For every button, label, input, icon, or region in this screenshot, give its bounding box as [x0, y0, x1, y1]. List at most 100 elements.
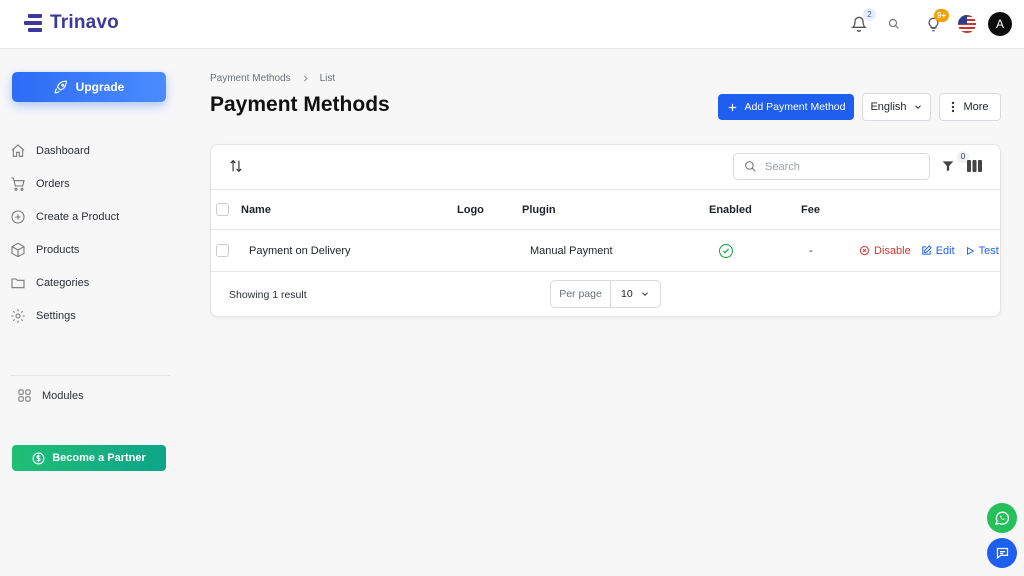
chevron-down-icon — [642, 292, 648, 296]
columns-button[interactable] — [967, 159, 982, 178]
breadcrumb-item-list: List — [319, 73, 336, 84]
more-label: More — [963, 101, 989, 113]
tips-badge: 9+ — [934, 9, 950, 22]
column-header-fee[interactable]: Fee — [801, 190, 820, 229]
language-flag-button[interactable] — [957, 14, 977, 34]
sidebar-item-label: Create a Product — [36, 210, 120, 223]
sort-button[interactable] — [229, 159, 243, 178]
dollar-icon — [32, 452, 45, 464]
become-partner-button[interactable]: Become a Partner — [12, 445, 166, 471]
checkbox-box — [216, 244, 229, 257]
per-page-select[interactable]: Per page 10 — [550, 280, 661, 308]
table-header: Name Logo Plugin Enabled Fee — [211, 190, 1000, 230]
sidebar-item-settings[interactable]: Settings — [10, 299, 170, 332]
columns-icon — [967, 160, 982, 172]
edit-icon — [922, 245, 932, 255]
sidebar-divider — [10, 375, 170, 376]
language-value: English — [870, 101, 907, 113]
play-icon — [966, 246, 974, 255]
add-payment-method-label: Add Payment Method — [744, 101, 846, 113]
filter-icon — [942, 161, 954, 172]
sidebar-item-label: Orders — [36, 177, 70, 190]
sidebar-item-modules[interactable]: Modules — [17, 388, 84, 403]
column-header-logo[interactable]: Logo — [457, 190, 484, 229]
language-select[interactable]: English — [862, 93, 931, 121]
top-bar: Trinavo 2 9+ A — [0, 0, 1024, 49]
row-fee: - — [809, 244, 813, 257]
plus-circle-icon — [10, 209, 26, 225]
home-icon — [10, 143, 26, 159]
sidebar-item-categories[interactable]: Categories — [10, 266, 170, 299]
column-header-name[interactable]: Name — [241, 190, 271, 229]
row-enabled — [719, 230, 733, 271]
select-all-checkbox[interactable] — [216, 190, 229, 229]
search-icon — [745, 161, 756, 172]
box-icon — [10, 242, 26, 258]
per-page-label: Per page — [551, 281, 611, 307]
row-plugin: Manual Payment — [530, 244, 613, 257]
modules-label: Modules — [42, 389, 84, 402]
sidebar-nav: Dashboard Orders Create a Product Produc… — [10, 134, 170, 332]
plus-icon — [728, 103, 736, 111]
sidebar-item-label: Settings — [36, 309, 76, 322]
disable-label: Disable — [874, 244, 911, 257]
chevron-right-icon — [303, 75, 308, 82]
sidebar-item-dashboard[interactable]: Dashboard — [10, 134, 170, 167]
avatar: A — [988, 12, 1012, 36]
folder-icon — [10, 275, 26, 291]
upgrade-button[interactable]: Upgrade — [12, 72, 166, 102]
search-placeholder: Search — [765, 160, 800, 173]
gear-icon — [10, 308, 26, 324]
brand-logo[interactable]: Trinavo — [24, 12, 119, 34]
search-button[interactable] — [884, 14, 904, 34]
sidebar-item-orders[interactable]: Orders — [10, 167, 170, 200]
column-header-enabled[interactable]: Enabled — [709, 190, 752, 229]
edit-button[interactable]: Edit — [921, 245, 955, 257]
cart-icon — [10, 176, 26, 192]
sidebar-item-create-product[interactable]: Create a Product — [10, 200, 170, 233]
notifications-button[interactable]: 2 — [849, 8, 876, 34]
x-circle-icon — [859, 245, 870, 256]
user-menu[interactable]: A — [988, 12, 1012, 36]
chat-icon — [996, 547, 1008, 559]
logo-icon — [24, 13, 44, 33]
test-button[interactable]: Test — [965, 245, 999, 257]
more-vertical-icon — [952, 101, 955, 113]
table-toolbar: Search 0 — [211, 145, 1000, 190]
breadcrumb-item-payment-methods[interactable]: Payment Methods — [210, 73, 291, 84]
disable-button[interactable]: Disable — [859, 245, 911, 257]
sidebar-item-label: Dashboard — [36, 144, 90, 157]
payment-methods-table-card: Search 0 Name Logo Plugin Enabled Fee Pa… — [210, 144, 1001, 317]
row-name: Payment on Delivery — [249, 244, 351, 257]
us-flag-icon — [958, 15, 976, 33]
test-label: Test — [978, 244, 999, 257]
brand-name: Trinavo — [50, 12, 119, 33]
sidebar-item-label: Products — [36, 243, 80, 256]
chat-support-button[interactable] — [987, 538, 1017, 568]
table-row[interactable]: Payment on Delivery Manual Payment - Dis… — [211, 230, 1000, 272]
check-circle-icon — [719, 243, 733, 258]
checkbox-box — [216, 203, 229, 216]
per-page-value-wrap[interactable]: 10 — [611, 281, 660, 307]
search-input[interactable]: Search — [733, 153, 930, 180]
sort-arrows-icon — [230, 159, 242, 173]
partner-label: Become a Partner — [52, 452, 146, 464]
more-button[interactable]: More — [939, 93, 1001, 121]
tips-button[interactable]: 9+ — [923, 9, 950, 34]
column-header-plugin[interactable]: Plugin — [522, 190, 556, 229]
breadcrumb: Payment Methods List — [210, 73, 335, 84]
row-actions: Disable Edit Test — [859, 230, 999, 271]
upgrade-label: Upgrade — [75, 80, 125, 94]
filter-button[interactable] — [941, 159, 955, 178]
sidebar-item-label: Categories — [36, 276, 90, 289]
whatsapp-button[interactable] — [987, 503, 1017, 533]
chevron-down-icon — [914, 105, 921, 109]
rocket-icon — [54, 80, 67, 94]
per-page-value: 10 — [621, 288, 633, 300]
add-payment-method-button[interactable]: Add Payment Method — [718, 94, 854, 120]
sidebar-item-products[interactable]: Products — [10, 233, 170, 266]
edit-label: Edit — [935, 244, 955, 257]
results-summary: Showing 1 result — [229, 289, 307, 301]
row-checkbox[interactable] — [216, 230, 229, 271]
search-icon — [888, 18, 899, 29]
